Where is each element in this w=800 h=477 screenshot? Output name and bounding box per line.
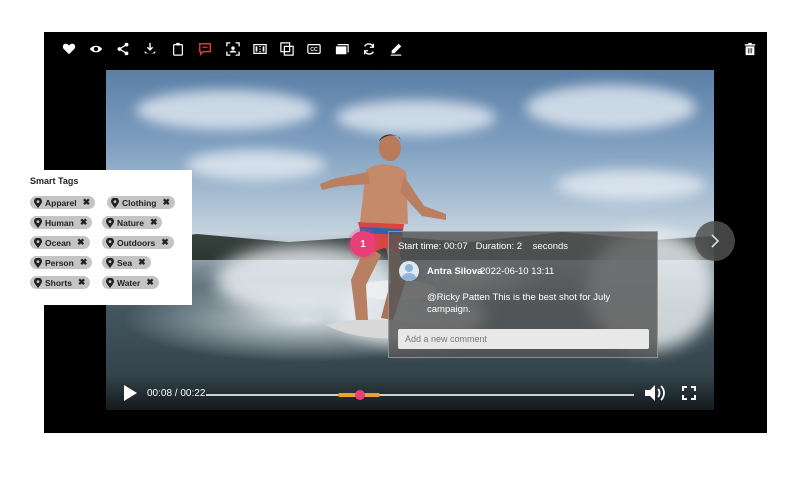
smart-tag[interactable]: Ocean ✖ — [30, 236, 90, 249]
fullscreen-icon[interactable] — [682, 386, 696, 400]
refresh-icon[interactable] — [361, 41, 377, 57]
map-pin-icon — [34, 237, 42, 248]
remove-tag-icon[interactable]: ✖ — [146, 277, 154, 288]
comment-popup: Start time: 00:07 Duration: 2 seconds An… — [388, 231, 658, 358]
smart-tag-label: Clothing — [122, 197, 157, 208]
smart-tag-label: Human — [45, 217, 74, 228]
map-pin-icon — [106, 257, 114, 268]
caption-icon[interactable]: CC — [306, 41, 322, 57]
smart-tags-panel: Smart Tags Apparel ✖ Clothing ✖ Human ✖ Nature… — [22, 170, 192, 305]
start-time-label: Start time: 00:07 — [398, 241, 468, 252]
comment-marker[interactable]: 1 — [350, 231, 376, 257]
smart-tag-label: Sea — [117, 257, 133, 268]
progress-track[interactable] — [206, 390, 634, 400]
remove-tag-icon[interactable]: ✖ — [83, 197, 91, 208]
volume-icon[interactable] — [644, 384, 666, 402]
smart-tags-title: Smart Tags — [30, 176, 79, 186]
download-icon[interactable] — [142, 41, 158, 57]
share-icon[interactable] — [115, 41, 131, 57]
smart-tag-label: Outdoors — [117, 237, 156, 248]
heart-icon[interactable] — [61, 41, 77, 57]
comment-icon[interactable] — [197, 41, 213, 57]
remove-tag-icon[interactable]: ✖ — [78, 277, 86, 288]
layers-icon[interactable] — [334, 41, 350, 57]
comment-author: Antra Silova — [427, 266, 483, 277]
remove-tag-icon[interactable]: ✖ — [161, 237, 169, 248]
remove-tag-icon[interactable]: ✖ — [77, 237, 85, 248]
smart-tag-label: Shorts — [45, 277, 72, 288]
smart-tag-label: Apparel — [45, 197, 77, 208]
comment-date: 2022-06-10 13:11 — [480, 266, 555, 277]
smart-tag[interactable]: Shorts ✖ — [30, 276, 91, 289]
time-display: 00:08 / 00:22 — [147, 388, 206, 399]
chevron-right-icon — [711, 234, 720, 248]
toolbar: CC — [44, 32, 767, 66]
comment-timing: Start time: 00:07 Duration: 2 seconds — [398, 241, 568, 252]
eye-icon[interactable] — [88, 41, 104, 57]
smart-tag-label: Ocean — [45, 237, 71, 248]
smart-tag[interactable]: Sea ✖ — [102, 256, 151, 269]
map-pin-icon — [34, 197, 42, 208]
map-pin-icon — [111, 197, 119, 208]
remove-tag-icon[interactable]: ✖ — [162, 197, 170, 208]
map-pin-icon — [34, 217, 42, 228]
smart-tag[interactable]: Water ✖ — [102, 276, 159, 289]
smart-tag[interactable]: Nature ✖ — [102, 216, 163, 229]
svg-text:CC: CC — [310, 47, 318, 53]
smart-tag[interactable]: Apparel ✖ — [30, 196, 96, 209]
new-comment-input[interactable]: Add a new comment — [398, 329, 649, 349]
remove-tag-icon[interactable]: ✖ — [80, 257, 88, 268]
smart-tag[interactable]: Outdoors ✖ — [102, 236, 174, 249]
map-pin-icon — [106, 237, 114, 248]
smart-tag-label: Person — [45, 257, 74, 268]
scan-icon[interactable] — [225, 41, 241, 57]
film-icon[interactable] — [252, 41, 268, 57]
comment-body: @Ricky Patten This is the best shot for … — [427, 292, 611, 315]
clipboard-icon[interactable] — [170, 41, 186, 57]
smart-tag-label: Nature — [117, 217, 144, 228]
pencil-icon[interactable] — [388, 41, 404, 57]
map-pin-icon — [106, 217, 114, 228]
remove-tag-icon[interactable]: ✖ — [138, 257, 146, 268]
map-pin-icon — [34, 277, 42, 288]
play-button[interactable] — [124, 385, 137, 401]
trash-icon[interactable] — [742, 41, 758, 57]
duration-label: Duration: 2 — [475, 241, 523, 252]
avatar — [399, 261, 419, 281]
progress-knob[interactable] — [355, 390, 365, 400]
smart-tag[interactable]: Person ✖ — [30, 256, 93, 269]
map-pin-icon — [106, 277, 114, 288]
map-pin-icon — [34, 257, 42, 268]
copy-icon[interactable] — [279, 41, 295, 57]
duration-unit: seconds — [532, 241, 569, 252]
next-arrow-button[interactable] — [695, 221, 735, 261]
player-controls: 00:08 / 00:22 — [106, 376, 714, 410]
remove-tag-icon[interactable]: ✖ — [80, 217, 88, 228]
smart-tag[interactable]: Clothing ✖ — [107, 196, 176, 209]
smart-tag[interactable]: Human ✖ — [30, 216, 93, 229]
remove-tag-icon[interactable]: ✖ — [150, 217, 158, 228]
smart-tag-label: Water — [117, 277, 141, 288]
